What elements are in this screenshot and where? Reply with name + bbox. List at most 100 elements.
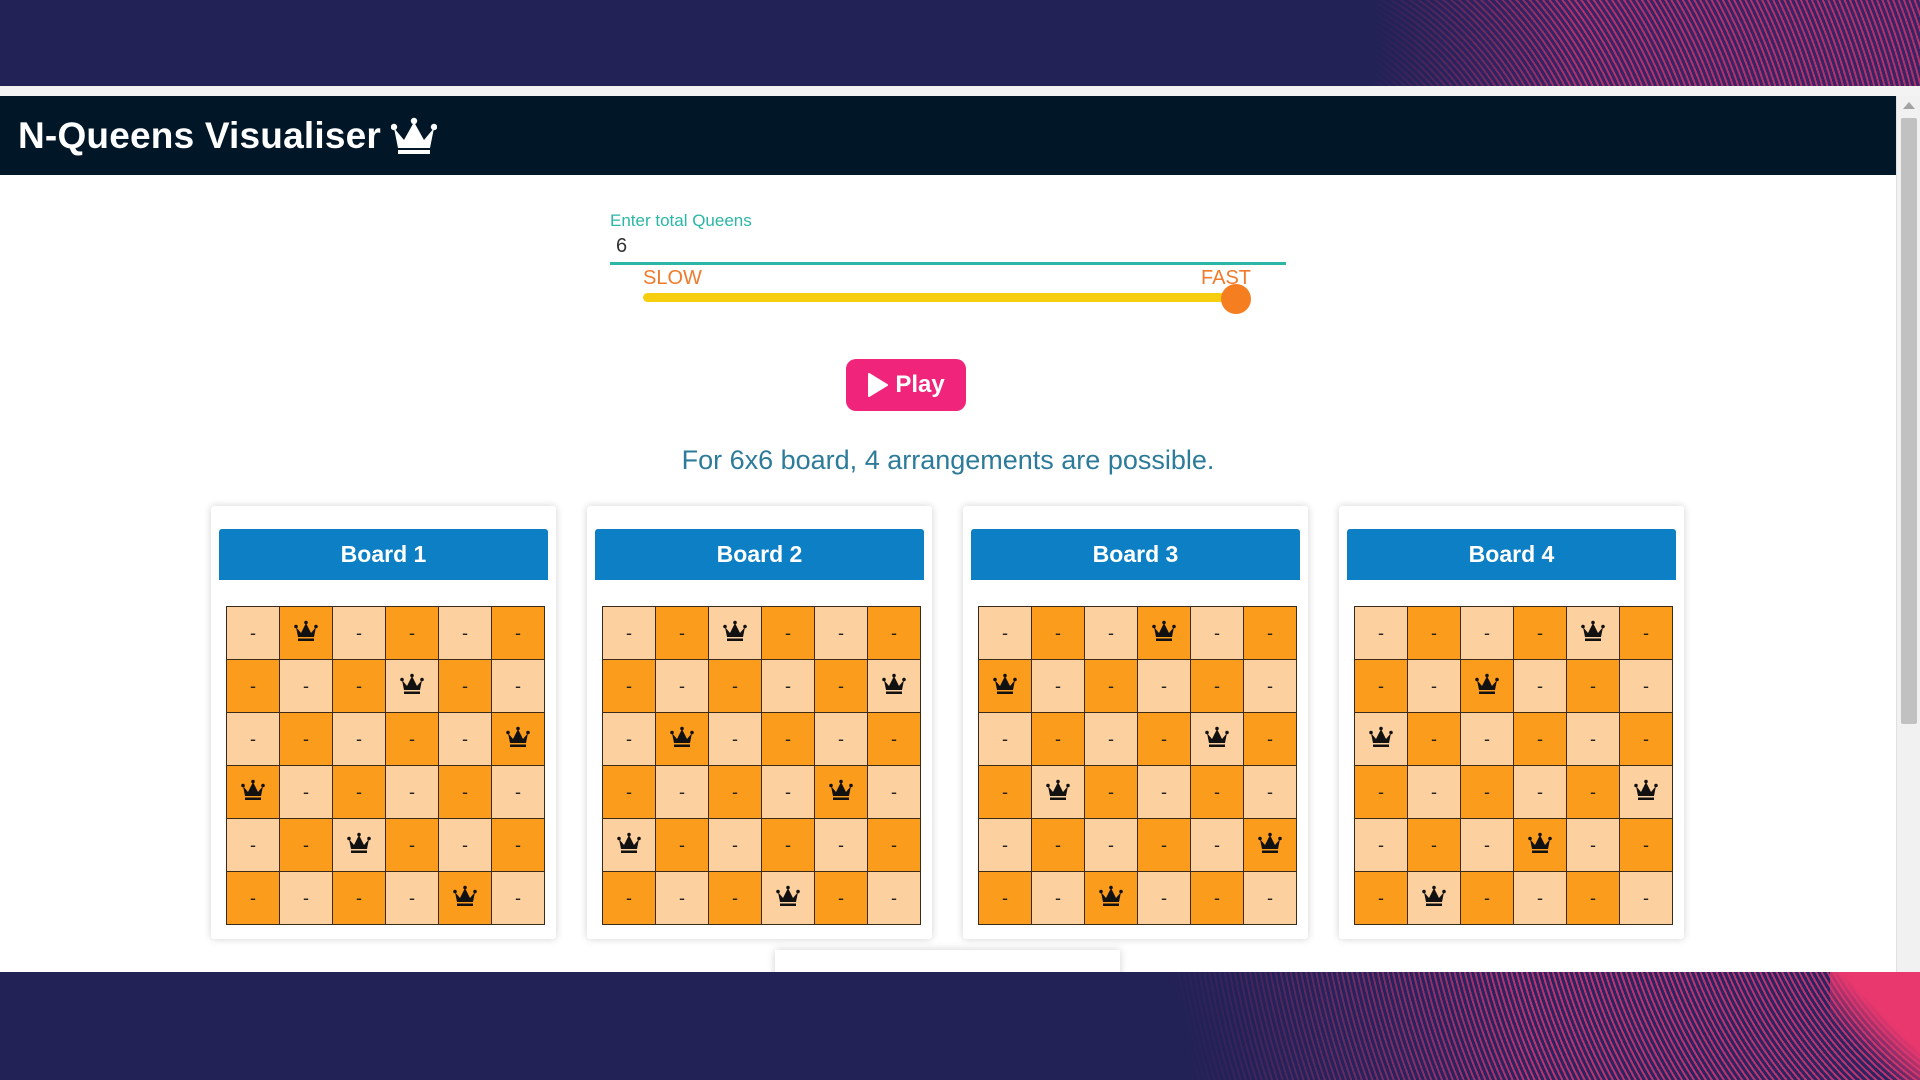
queens-input[interactable]: 6 — [610, 235, 1286, 265]
navbar: N-Queens Visualiser — [0, 96, 1896, 175]
board-cell: - — [1190, 659, 1244, 713]
board-cell: - — [978, 818, 1032, 872]
board-cell: - — [491, 818, 545, 872]
board-cell: - — [761, 818, 815, 872]
scroll-up-icon[interactable] — [1903, 102, 1915, 109]
queen-crown-icon — [1137, 606, 1191, 660]
board-cell: - — [1619, 818, 1673, 872]
queen-crown-icon — [385, 659, 439, 713]
board-cell: - — [1354, 765, 1408, 819]
queen-crown-icon — [814, 765, 868, 819]
board-cell: - — [1513, 871, 1567, 925]
speed-slider-thumb[interactable] — [1221, 284, 1251, 314]
board-row: ----- — [1354, 712, 1673, 766]
board-row: ----- — [978, 765, 1297, 819]
board-cell: - — [226, 871, 280, 925]
board-row: ----- — [978, 606, 1297, 660]
queen-crown-icon — [1407, 871, 1461, 925]
board-cell: - — [332, 871, 386, 925]
board-cell: - — [761, 606, 815, 660]
queen-crown-icon — [1460, 659, 1514, 713]
board-cell: - — [385, 871, 439, 925]
board-row: ----- — [1354, 765, 1673, 819]
board-title: Board 2 — [595, 529, 924, 580]
queen-crown-icon — [226, 765, 280, 819]
board-cell: - — [1407, 606, 1461, 660]
board-row: ----- — [978, 712, 1297, 766]
board-row: ----- — [226, 659, 545, 713]
queen-crown-icon — [491, 712, 545, 766]
board-cell: - — [279, 871, 333, 925]
board-cell: - — [438, 606, 492, 660]
board-cell: - — [438, 818, 492, 872]
board-row: ----- — [1354, 871, 1673, 925]
board-cell: - — [708, 712, 762, 766]
board-cell: - — [867, 712, 921, 766]
board-row: ----- — [602, 818, 921, 872]
queen-crown-icon — [1354, 712, 1408, 766]
board-cell: - — [1243, 659, 1297, 713]
board-cell: - — [1407, 659, 1461, 713]
board-cell: - — [279, 659, 333, 713]
board-cell: - — [491, 659, 545, 713]
speed-slider[interactable]: SLOW FAST — [643, 267, 1251, 317]
page-scrollbar[interactable] — [1896, 96, 1920, 972]
queen-crown-icon — [761, 871, 815, 925]
board-cell: - — [1407, 818, 1461, 872]
board-cell: - — [438, 712, 492, 766]
board-cell: - — [1084, 659, 1138, 713]
desktop-background-bottom — [0, 972, 1920, 1080]
board-row: ----- — [602, 659, 921, 713]
board-row: ----- — [602, 712, 921, 766]
board-row: ----- — [1354, 818, 1673, 872]
board-cell: - — [978, 765, 1032, 819]
board-cell: - — [226, 818, 280, 872]
board-cell: - — [978, 606, 1032, 660]
board-row: ----- — [602, 871, 921, 925]
board-cell: - — [438, 765, 492, 819]
speed-slider-track[interactable] — [643, 293, 1239, 302]
board-cell: - — [226, 606, 280, 660]
board-cell: - — [761, 659, 815, 713]
queen-crown-icon — [655, 712, 709, 766]
board-cell: - — [1031, 871, 1085, 925]
board-cell: - — [1460, 606, 1514, 660]
board-cell: - — [708, 765, 762, 819]
board-cell: - — [1031, 606, 1085, 660]
queen-crown-icon — [708, 606, 762, 660]
queen-crown-icon — [978, 659, 1032, 713]
crown-icon — [391, 116, 437, 156]
board-cell: - — [978, 871, 1032, 925]
board-cell: - — [1566, 818, 1620, 872]
board-cell: - — [1619, 606, 1673, 660]
board-cell: - — [867, 818, 921, 872]
board-row: ----- — [602, 606, 921, 660]
board-cell: - — [279, 818, 333, 872]
board-cell: - — [491, 765, 545, 819]
board-cell: - — [1243, 871, 1297, 925]
board-cell: - — [1243, 712, 1297, 766]
board-title: Board 1 — [219, 529, 548, 580]
board-cell: - — [491, 871, 545, 925]
board-cell: - — [1460, 765, 1514, 819]
board-cell: - — [1243, 765, 1297, 819]
board-cell: - — [1137, 818, 1191, 872]
board-cell: - — [332, 765, 386, 819]
queen-crown-icon — [1190, 712, 1244, 766]
play-button[interactable]: Play — [846, 359, 966, 411]
board-cell: - — [1513, 659, 1567, 713]
chess-board: ------------------------------ — [1354, 606, 1673, 925]
board-row: ----- — [226, 765, 545, 819]
board-cell: - — [1460, 712, 1514, 766]
board-row: ----- — [602, 765, 921, 819]
board-cell: - — [332, 606, 386, 660]
browser-viewport: N-Queens Visualiser Enter total Queens 6… — [0, 86, 1920, 972]
board-card: Board 3 ------------------------------ — [963, 506, 1308, 939]
speed-slow-label: SLOW — [643, 267, 702, 289]
board-cell: - — [814, 659, 868, 713]
board-cell: - — [1407, 765, 1461, 819]
scrollbar-thumb[interactable] — [1901, 118, 1917, 724]
board-row: ----- — [226, 871, 545, 925]
board-cell: - — [1137, 712, 1191, 766]
board-cell: - — [1190, 765, 1244, 819]
